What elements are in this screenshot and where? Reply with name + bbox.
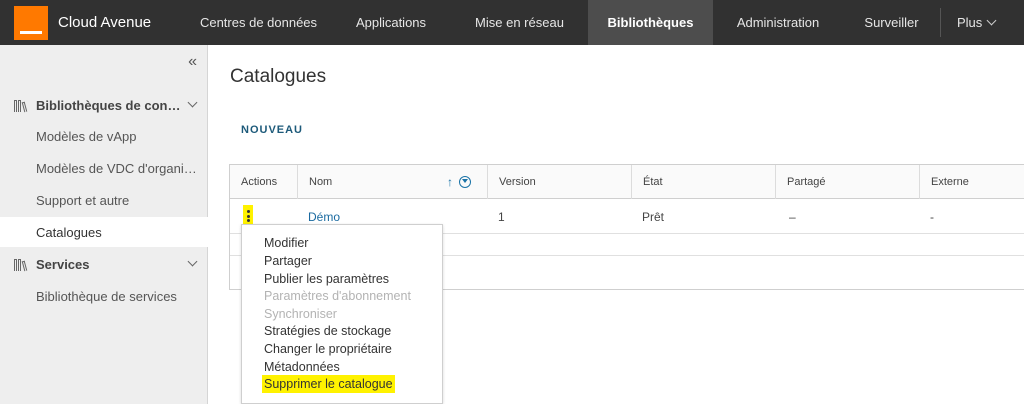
menu-item-supprimer-catalogue[interactable]: Supprimer le catalogue [262, 375, 395, 393]
cell-version: 1 [498, 210, 505, 224]
sidebar-item-bibliotheque-de-services[interactable]: Bibliothèque de services [0, 281, 208, 311]
menu-item-changer-proprietaire[interactable]: Changer le propriétaire [264, 342, 392, 356]
column-header-version[interactable]: Version [487, 165, 631, 199]
menu-item-synchroniser: Synchroniser [264, 307, 337, 321]
row-actions-menu: Modifier Partager Publier les paramètres… [241, 224, 443, 404]
column-header-partage[interactable]: Partagé [775, 165, 919, 199]
nav-centres-de-donnees[interactable]: Centres de données [186, 0, 331, 45]
sort-ascending-icon[interactable]: ↑ [447, 176, 453, 188]
chevron-down-icon [187, 256, 198, 267]
sidebar-group-bibliotheques[interactable]: Bibliothèques de con… [0, 91, 208, 119]
main-nav: Centres de données Applications Mise en … [186, 0, 997, 45]
nav-administration[interactable]: Administration [713, 0, 843, 45]
nav-bibliotheques[interactable]: Bibliothèques [588, 0, 713, 45]
page-title: Catalogues [230, 66, 327, 87]
nav-surveiller[interactable]: Surveiller [843, 0, 940, 45]
sidebar: « Bibliothèques de con… Modèles de vApp … [0, 45, 208, 404]
datagrid-header: Actions Nom ↑ Version État Partagé Exter… [230, 165, 1024, 199]
sort-filter-controls: ↑ [447, 176, 471, 188]
column-header-actions: Actions [241, 176, 278, 188]
cell-etat: Prêt [642, 210, 665, 224]
brand-name: Cloud Avenue [58, 14, 152, 31]
nav-plus-menu[interactable]: Plus [941, 0, 997, 45]
cell-partage: – [789, 210, 796, 224]
column-header-externe[interactable]: Externe [919, 165, 1024, 199]
menu-item-parametres-abonnement: Paramètres d'abonnement [264, 289, 411, 303]
collapse-sidebar-icon[interactable]: « [188, 53, 197, 71]
nav-mise-en-reseau[interactable]: Mise en réseau [451, 0, 588, 45]
cell-externe: - [930, 210, 934, 224]
chevron-down-icon [187, 97, 198, 108]
sidebar-group-label: Bibliothèques de con… [36, 97, 181, 113]
library-icon [14, 258, 28, 271]
menu-item-modifier[interactable]: Modifier [264, 236, 308, 250]
sidebar-item-modeles-vdc[interactable]: Modèles de VDC d'organi… [0, 153, 208, 183]
sidebar-group-label: Services [36, 256, 90, 272]
brand[interactable]: Cloud Avenue [0, 0, 186, 45]
new-catalog-button[interactable]: NOUVEAU [241, 124, 303, 136]
column-header-etat[interactable]: État [631, 165, 775, 199]
nav-applications[interactable]: Applications [331, 0, 451, 45]
menu-item-strategies-stockage[interactable]: Stratégies de stockage [264, 324, 391, 338]
menu-item-partager[interactable]: Partager [264, 254, 312, 268]
sidebar-item-modeles-vapp[interactable]: Modèles de vApp [0, 121, 208, 151]
menu-item-metadonnees[interactable]: Métadonnées [264, 360, 340, 374]
sidebar-group-services[interactable]: Services [0, 250, 208, 278]
menu-item-publier-parametres[interactable]: Publier les paramètres [264, 272, 389, 286]
nav-plus-label: Plus [957, 15, 983, 30]
top-navigation-bar: Cloud Avenue Centres de données Applicat… [0, 0, 1024, 45]
chevron-down-icon [986, 15, 997, 26]
sidebar-item-support-et-autre[interactable]: Support et autre [0, 185, 208, 215]
sidebar-item-catalogues[interactable]: Catalogues [0, 217, 208, 247]
orange-logo-icon [14, 5, 48, 40]
filter-icon[interactable] [459, 176, 471, 188]
library-icon [14, 99, 28, 112]
